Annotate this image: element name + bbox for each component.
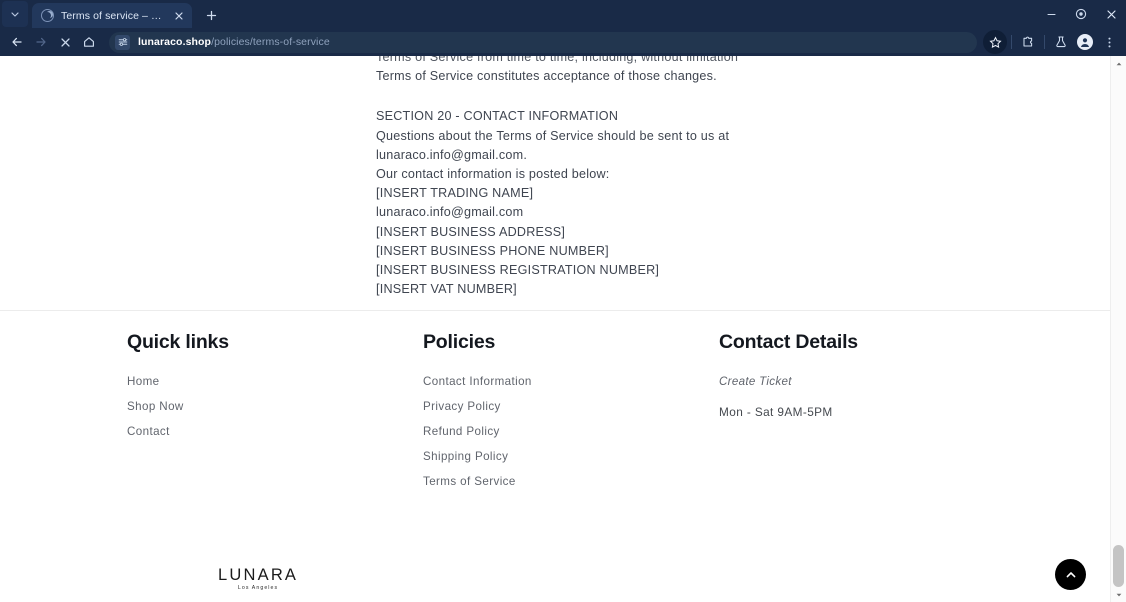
window-controls (1036, 0, 1126, 28)
legal-line: [INSERT TRADING NAME] (376, 186, 534, 201)
url-text: lunaraco.shop/policies/terms-of-service (138, 36, 330, 48)
footer-link-refund-policy[interactable]: Refund Policy (423, 425, 719, 438)
logo-tagline: Los Angeles (237, 585, 279, 591)
legal-line: Our contact information is posted below: (376, 167, 610, 182)
maximize-icon[interactable] (1066, 0, 1096, 28)
avatar (1077, 34, 1093, 50)
footer-heading-contact-details: Contact Details (719, 331, 858, 353)
tab-title: Terms of service – Lunara (61, 9, 167, 22)
tab-search-chevron-down-icon[interactable] (2, 1, 28, 27)
close-icon[interactable] (171, 8, 186, 23)
clipped-paragraph: Terms of Service from time to time, incl… (376, 56, 739, 64)
toolbar-divider (1011, 35, 1012, 49)
browser-window: Terms of service – Lunara (0, 0, 1126, 602)
tab-strip: Terms of service – Lunara (0, 0, 1126, 28)
legal-line: lunaraco.info@gmail.com. (376, 147, 528, 162)
site-footer: Quick links Home Shop Now Contact Polici… (0, 311, 1110, 591)
address-bar[interactable]: lunaraco.shop/policies/terms-of-service (109, 31, 977, 53)
footer-column-quick-links: Quick links Home Shop Now Contact (127, 331, 423, 500)
footer-business-hours: Mon - Sat 9AM-5PM (719, 405, 833, 419)
legal-intro-line: Terms of Service constitutes acceptance … (376, 69, 717, 84)
moon-favicon (41, 9, 54, 22)
footer-columns: Quick links Home Shop Now Contact Polici… (0, 331, 1110, 500)
scroll-to-top-button[interactable] (1055, 559, 1086, 590)
section-heading: SECTION 20 - CONTACT INFORMATION (376, 109, 619, 124)
toolbar-divider-2 (1044, 35, 1045, 49)
caret-down-icon[interactable] (1111, 587, 1126, 602)
footer-link-terms-of-service[interactable]: Terms of Service (423, 475, 719, 488)
legal-line: [INSERT BUSINESS ADDRESS] (376, 224, 566, 239)
footer-column-policies: Policies Contact Information Privacy Pol… (423, 331, 719, 500)
legal-line: [INSERT VAT NUMBER] (376, 282, 517, 297)
browser-toolbar: lunaraco.shop/policies/terms-of-service (0, 28, 1126, 56)
arrow-right-icon (29, 30, 53, 54)
footer-heading-policies: Policies (423, 331, 496, 353)
page-scrollbar[interactable] (1110, 56, 1126, 602)
caret-up-icon[interactable] (1111, 56, 1126, 71)
site-logo[interactable]: LUNARA Los Angeles (218, 566, 298, 591)
window-close-icon[interactable] (1096, 0, 1126, 28)
footer-link-privacy-policy[interactable]: Privacy Policy (423, 400, 719, 413)
minimize-icon[interactable] (1036, 0, 1066, 28)
footer-link-shipping-policy[interactable]: Shipping Policy (423, 450, 719, 463)
page-content: Terms of Service from time to time, incl… (0, 56, 1110, 602)
legal-line: lunaraco.info@gmail.com (376, 205, 524, 220)
legal-line: [INSERT BUSINESS PHONE NUMBER] (376, 243, 609, 258)
footer-link-home[interactable]: Home (127, 375, 423, 388)
home-icon[interactable] (77, 30, 101, 54)
flask-icon[interactable] (1049, 30, 1073, 54)
terms-of-service-body: Terms of Service from time to time, incl… (376, 56, 1076, 299)
footer-link-shop-now[interactable]: Shop Now (127, 400, 423, 413)
footer-link-contact-information[interactable]: Contact Information (423, 375, 719, 388)
arrow-left-icon[interactable] (5, 30, 29, 54)
account-avatar-icon[interactable] (1073, 30, 1097, 54)
scrollbar-thumb[interactable] (1113, 545, 1124, 587)
legal-line: Questions about the Terms of Service sho… (376, 128, 730, 143)
new-tab-button[interactable] (199, 3, 223, 27)
footer-column-contact-details: Contact Details Create Ticket Mon - Sat … (719, 331, 1019, 500)
url-host: lunaraco.shop (138, 36, 212, 48)
browser-tab-terms-of-service[interactable]: Terms of service – Lunara (32, 3, 192, 28)
sliders-icon[interactable] (115, 34, 130, 50)
url-path: /policies/terms-of-service (211, 36, 330, 48)
legal-line: [INSERT BUSINESS REGISTRATION NUMBER] (376, 263, 660, 278)
logo-wordmark: LUNARA (218, 566, 299, 584)
star-icon[interactable] (983, 30, 1007, 54)
puzzle-icon[interactable] (1016, 30, 1040, 54)
three-dots-vertical-icon[interactable] (1097, 30, 1121, 54)
stop-loading-icon[interactable] (53, 30, 77, 54)
page-viewport: Terms of Service from time to time, incl… (0, 56, 1126, 602)
footer-heading-quick-links: Quick links (127, 331, 229, 353)
footer-link-create-ticket[interactable]: Create Ticket (719, 375, 1019, 388)
footer-link-contact[interactable]: Contact (127, 425, 423, 438)
